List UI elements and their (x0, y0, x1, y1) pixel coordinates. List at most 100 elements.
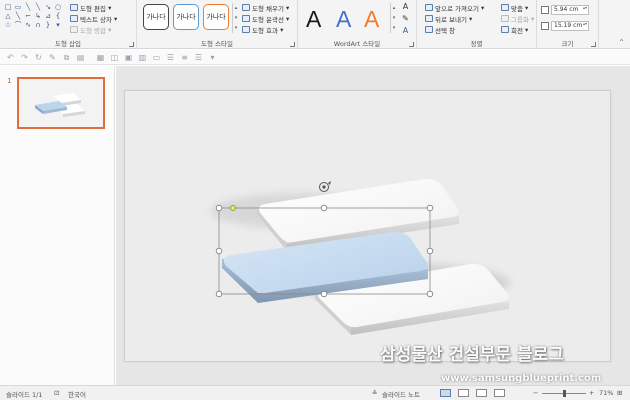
height-icon (541, 6, 549, 14)
connector-icon[interactable]: ⌒ (13, 21, 23, 29)
rotate-handle-icon[interactable] (319, 181, 332, 192)
shape-fill-button[interactable]: 도형 채우기 ▾ (242, 3, 289, 13)
line-icon[interactable]: ╲ (23, 3, 33, 11)
ellipse-icon[interactable]: ○ (53, 3, 63, 11)
height-input[interactable]: 5.94 cm (551, 5, 589, 15)
wordart-style-blue[interactable]: A (336, 6, 351, 32)
slide-info: 슬라이드 1/1 (6, 391, 43, 399)
watermark-title: 삼성물산 건설부문 블로그 (380, 345, 564, 365)
notes-icon[interactable]: ≙ (372, 389, 377, 397)
brush-icon[interactable]: ✎ (48, 53, 57, 62)
resize-handle[interactable] (320, 290, 328, 298)
normal-view-button[interactable] (440, 389, 451, 397)
textbox-icon[interactable]: ▭ (152, 53, 161, 62)
connector-icon[interactable]: ⌐ (23, 12, 33, 20)
align-center-icon[interactable]: ≡ (180, 53, 189, 62)
pen-icon (242, 15, 250, 22)
star-icon[interactable]: ☆ (3, 21, 13, 29)
rotate-button[interactable]: 회전 ▾ (501, 25, 528, 35)
text-effects-icon[interactable]: A (401, 26, 410, 35)
shape-style-thumb-orange[interactable]: 가나다 (203, 4, 229, 30)
rectangle-icon[interactable]: ▭ (13, 3, 23, 11)
shape-style-thumb-blue[interactable]: 가나다 (173, 4, 199, 30)
width-input[interactable]: 15.19 cm (551, 21, 589, 31)
shape-style-thumb-text: 가나다 (206, 13, 226, 21)
resize-handle[interactable] (320, 204, 328, 212)
dialog-launcher-icon[interactable] (290, 42, 295, 47)
slide-canvas[interactable] (124, 90, 611, 362)
resize-handle[interactable] (215, 247, 223, 255)
triangle-icon[interactable]: ⊿ (43, 12, 53, 20)
align-button[interactable]: 맞춤 ▾ (501, 3, 528, 13)
brace-icon[interactable]: } (43, 21, 53, 29)
text-box-button[interactable]: 텍스트 상자 ▾ (70, 14, 117, 24)
zoom-in-icon[interactable]: + (589, 389, 594, 397)
curve-icon[interactable]: ∩ (33, 21, 43, 29)
zoom-slider-thumb[interactable] (563, 390, 566, 397)
paste-icon[interactable]: ▤ (76, 53, 85, 62)
reading-view-button[interactable] (476, 389, 487, 397)
slide-sorter-view-button[interactable] (458, 389, 469, 397)
customize-toolbar-icon[interactable]: ▾ (208, 53, 217, 62)
brace-icon[interactable]: { (53, 12, 63, 20)
gallery-scroll[interactable]: ▴ ▾ ▾ (232, 3, 239, 33)
zoom-level[interactable]: 71% (599, 389, 613, 397)
rectangle-icon[interactable]: □ (3, 3, 13, 11)
fit-slide-icon[interactable]: ⊞ (617, 389, 622, 397)
resize-handle[interactable] (215, 290, 223, 298)
group-button[interactable]: 그룹화 ▾ (501, 14, 534, 24)
shape-icon[interactable]: ◫ (110, 53, 119, 62)
repeat-icon[interactable]: ↻ (34, 53, 43, 62)
bring-forward-button[interactable]: 앞으로 가져오기 ▾ (425, 3, 484, 13)
curve-icon[interactable]: ∿ (23, 21, 33, 29)
edit-shape-button[interactable]: 도형 편집 ▾ (70, 3, 111, 13)
line-icon[interactable]: ╲ (13, 12, 23, 20)
shape-outline-button[interactable]: 도형 윤곽선 ▾ (242, 14, 289, 24)
wordart-style-black[interactable]: A (306, 6, 321, 32)
dialog-launcher-icon[interactable] (409, 42, 414, 47)
align-left-icon[interactable]: ☰ (166, 53, 175, 62)
table-icon[interactable]: ▦ (96, 53, 105, 62)
undo-icon[interactable]: ↶ (6, 53, 15, 62)
spellcheck-icon[interactable]: ⊡ (54, 389, 59, 397)
copy-icon[interactable]: ⧉ (62, 53, 71, 62)
line-icon[interactable]: ╲ (33, 3, 43, 11)
resize-handle[interactable] (426, 247, 434, 255)
wordart-gallery-scroll[interactable]: ▴ ▾ ▾ (390, 3, 397, 33)
resize-handle[interactable] (426, 204, 434, 212)
zoom-out-icon[interactable]: − (533, 389, 538, 397)
group-label: 크기 (561, 40, 574, 48)
shapes-gallery[interactable]: □ ▭ ╲ ╲ ↘ ○ △ ╲ ⌐ ↳ ⊿{ ☆ ⌒ ∿ ∩} ▾ (3, 3, 67, 30)
more-shapes-icon[interactable]: ▾ (53, 21, 63, 29)
adjustment-handle[interactable] (230, 205, 236, 211)
shape-style-thumb-dark[interactable]: 가나다 (143, 4, 169, 30)
slideshow-view-button[interactable] (494, 389, 505, 397)
bring-forward-icon (425, 4, 433, 11)
collapse-ribbon-icon[interactable]: ⌃ (617, 38, 626, 47)
selection-pane-button[interactable]: 선택 창 (425, 25, 455, 35)
notes-button[interactable]: 슬라이드 노트 (382, 389, 420, 399)
align-right-icon[interactable]: ☰ (194, 53, 203, 62)
connector-icon[interactable]: ↳ (33, 12, 43, 20)
shape-effects-icon (242, 26, 250, 33)
dialog-launcher-icon[interactable] (129, 42, 134, 47)
language-indicator[interactable]: 한국어 (68, 389, 86, 399)
resize-handle[interactable] (215, 204, 223, 212)
merge-shapes-button[interactable]: 도형 병합 ▾ (70, 25, 111, 35)
picture-icon[interactable]: ▣ (124, 53, 133, 62)
text-outline-icon[interactable]: ✎ (401, 14, 410, 23)
text-fill-icon[interactable]: A (401, 2, 410, 11)
chart-icon[interactable]: ▥ (138, 53, 147, 62)
send-backward-button[interactable]: 뒤로 보내기 ▾ (425, 14, 472, 24)
shape-effects-button[interactable]: 도형 효과 ▾ (242, 25, 283, 35)
redo-icon[interactable]: ↷ (20, 53, 29, 62)
dialog-launcher-icon[interactable] (591, 42, 596, 47)
width-field: 15.19 cm (541, 21, 589, 31)
slide-number: 1 (7, 77, 12, 85)
triangle-icon[interactable]: △ (3, 12, 13, 20)
wordart-style-orange[interactable]: A (364, 6, 379, 32)
slide-thumbnail[interactable] (17, 77, 105, 129)
slide-artwork (210, 178, 510, 335)
resize-handle[interactable] (426, 290, 434, 298)
arrow-icon[interactable]: ↘ (43, 3, 53, 11)
